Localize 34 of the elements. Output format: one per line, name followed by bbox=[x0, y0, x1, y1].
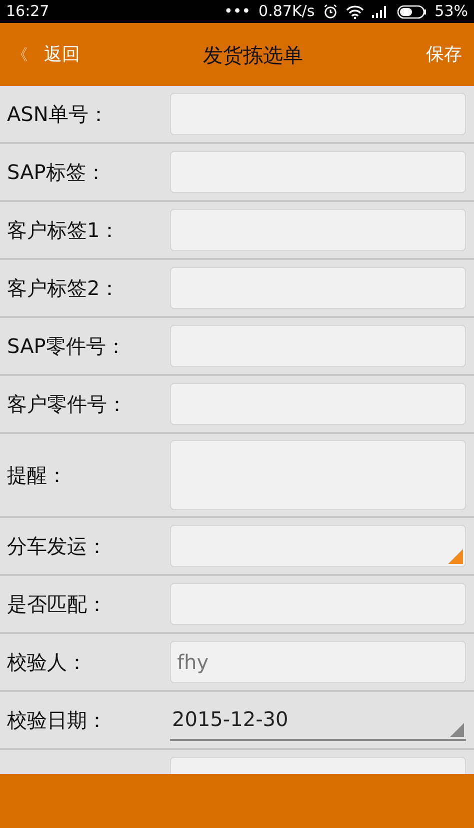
more-dots: ••• bbox=[224, 1, 251, 22]
battery-percent: 53% bbox=[434, 1, 468, 22]
field-label: 客户零件号： bbox=[6, 391, 128, 418]
signal-icon bbox=[372, 5, 389, 18]
field-label: 客户标签2： bbox=[6, 275, 121, 302]
field-label: ASN单号： bbox=[6, 101, 110, 128]
network-speed: 0.87K/s bbox=[258, 1, 315, 22]
corner-triangle-icon bbox=[450, 723, 464, 737]
input-field[interactable] bbox=[170, 151, 466, 193]
back-button[interactable]: 《 返回 bbox=[0, 41, 92, 68]
input-field[interactable] bbox=[170, 209, 466, 251]
field-label: SAP标签： bbox=[6, 159, 107, 186]
save-button[interactable]: 保存 bbox=[414, 41, 474, 68]
text-area[interactable] bbox=[170, 440, 466, 510]
date-picker[interactable]: 2015-12-30 bbox=[170, 699, 466, 741]
input-field[interactable] bbox=[170, 383, 466, 425]
field-label: 客户标签1： bbox=[6, 217, 121, 244]
battery-icon bbox=[396, 4, 427, 18]
field-label: 分车发运： bbox=[6, 533, 108, 560]
wifi-icon bbox=[346, 4, 364, 18]
field-label: 提醒： bbox=[6, 462, 68, 489]
corner-triangle-icon bbox=[448, 549, 463, 564]
field-label: 校验日期： bbox=[6, 707, 108, 734]
dropdown-field[interactable] bbox=[170, 525, 466, 567]
field-label: 是否匹配： bbox=[6, 591, 108, 618]
page-title: 发货拣选单 bbox=[202, 42, 304, 68]
field-label: SAP零件号： bbox=[6, 333, 127, 360]
alarm-icon bbox=[322, 4, 338, 19]
input-field[interactable] bbox=[170, 93, 466, 135]
field-label: 校验人： bbox=[6, 649, 88, 676]
input-field[interactable] bbox=[170, 267, 466, 309]
input-field[interactable] bbox=[170, 325, 466, 367]
status-time: 16:27 bbox=[6, 1, 50, 22]
input-field[interactable] bbox=[170, 583, 466, 625]
